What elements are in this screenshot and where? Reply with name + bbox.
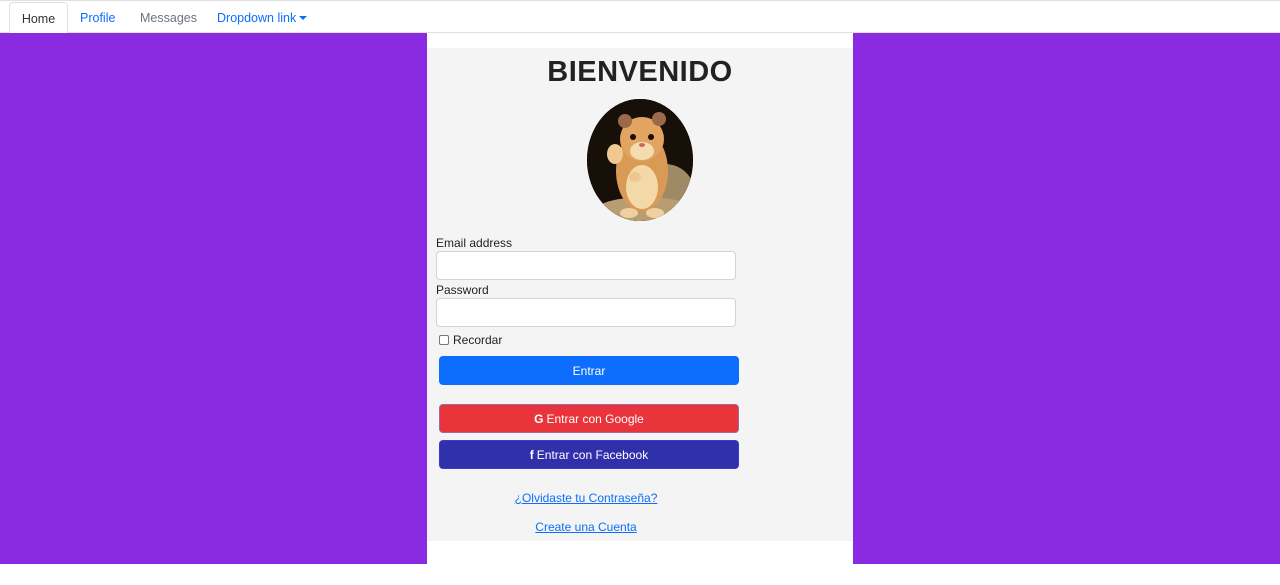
remember-checkbox[interactable]	[439, 335, 449, 345]
email-label: Email address	[436, 236, 513, 250]
avatar	[587, 99, 693, 221]
tab-dropdown-label: Dropdown link	[217, 11, 297, 25]
google-login-button[interactable]: G Entrar con Google	[439, 404, 739, 433]
tab-profile[interactable]: Profile	[80, 2, 115, 34]
top-nav-tabs: Home Profile Messages Dropdown link	[0, 0, 1280, 34]
tab-dropdown[interactable]: Dropdown link	[217, 2, 308, 34]
email-field[interactable]	[436, 251, 736, 280]
password-field[interactable]	[436, 298, 736, 327]
create-account-link[interactable]: Create una Cuenta	[427, 520, 745, 534]
caret-down-icon	[299, 16, 308, 20]
forgot-password-link[interactable]: ¿Olvidaste tu Contraseña?	[427, 491, 745, 505]
google-icon: G	[534, 412, 544, 426]
password-label: Password	[436, 283, 489, 297]
tab-home[interactable]: Home	[9, 2, 68, 34]
facebook-login-button[interactable]: f Entrar con Facebook	[439, 440, 739, 469]
page-title: BIENVENIDO	[547, 56, 733, 88]
google-login-label: Entrar con Google	[546, 412, 644, 426]
remember-label: Recordar	[453, 333, 503, 347]
facebook-login-label: Entrar con Facebook	[536, 448, 649, 462]
facebook-icon: f	[529, 448, 534, 462]
login-button[interactable]: Entrar	[439, 356, 739, 385]
tab-messages[interactable]: Messages	[140, 2, 197, 34]
hamster-image	[587, 99, 693, 221]
